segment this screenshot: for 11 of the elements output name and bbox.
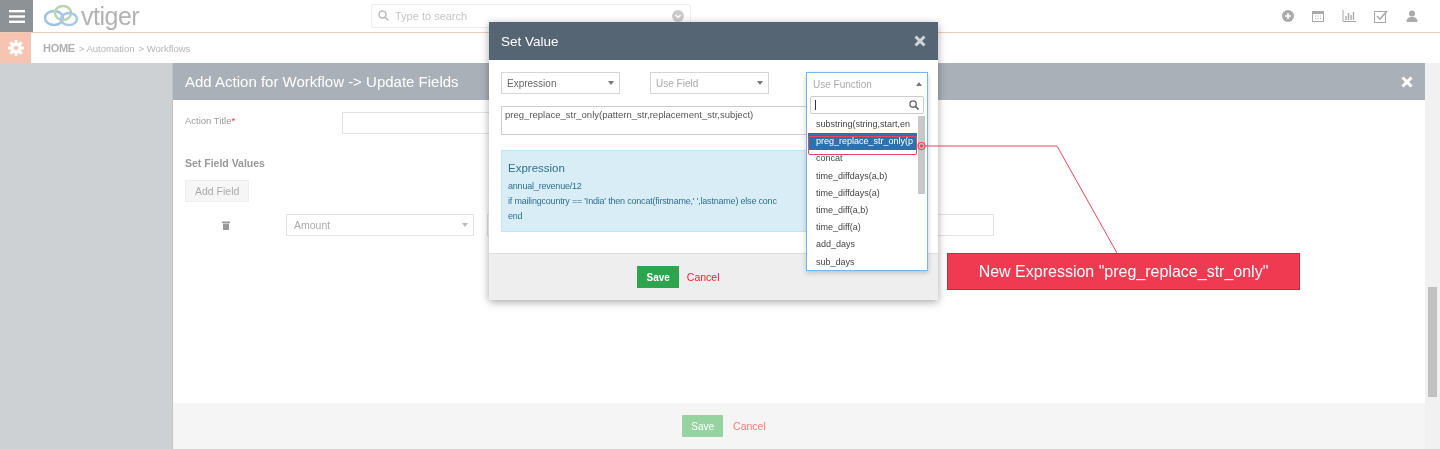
help-text: if mailingcountry == 'India' then concat(firstname,' ',lastname) else conc bbox=[508, 195, 778, 208]
dropdown-placeholder: Use Function bbox=[813, 78, 872, 90]
help-title: Expression bbox=[508, 162, 566, 174]
field-label: Action Title* bbox=[185, 115, 237, 126]
section-title: Set Field Values bbox=[185, 157, 265, 169]
help-text: annual_revenue/12 bbox=[508, 180, 583, 193]
panel-title: Add Action for Workflow -> Update Fields bbox=[185, 73, 459, 90]
annotation-label: New Expression "preg_replace_str_only" bbox=[947, 253, 1300, 290]
dialog-title: Set Value bbox=[501, 33, 559, 49]
logo-text: vtiger bbox=[81, 1, 140, 31]
help-text: end bbox=[508, 210, 524, 223]
